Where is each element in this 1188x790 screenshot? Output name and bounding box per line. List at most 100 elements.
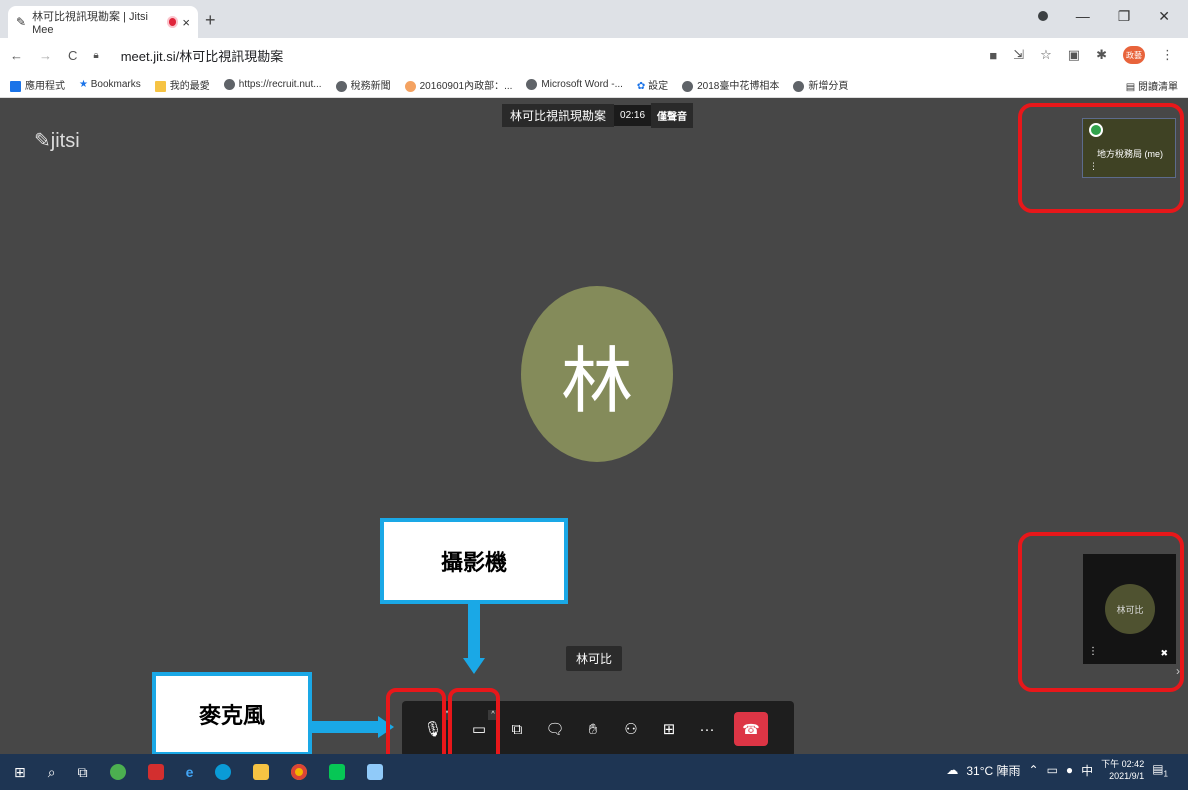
bookmark-settings[interactable]: ✿ 設定 [637, 77, 668, 92]
pdf-reader-icon[interactable] [147, 764, 164, 780]
globe-icon [223, 78, 235, 90]
system-tray: ☁ 31°C 陣雨 ⌃ ▭ ● 中 下午 02:42 2021/9/1 ▤1 [946, 758, 1168, 782]
more-icon: ··· [699, 720, 715, 738]
globe-icon [793, 80, 805, 92]
meeting-subject-bar: 林可比視訊現勘案 02:16 僅聲音 [502, 102, 694, 128]
reading-list[interactable]: ▤ 閱讀清單 [1126, 78, 1178, 93]
ie-icon[interactable]: e [186, 764, 194, 780]
meeting-subject: 林可比視訊現勘案 [502, 103, 615, 127]
audio-only-badge: 僅聲音 [651, 102, 694, 128]
windows-start-icon[interactable]: ⊞ [14, 764, 26, 781]
line-icon[interactable] [329, 764, 346, 780]
raise-hand-button[interactable]: ✋︎ [574, 710, 612, 748]
jitsi-logo-icon: ✎ [34, 130, 51, 152]
bookmark-new-tab[interactable]: 新增分頁 [793, 77, 848, 92]
notepad-icon[interactable] [367, 764, 384, 780]
meeting-stage: 林可比視訊現勘案 02:16 僅聲音 ✎jitsi 林 林可比 地方稅務局 (m… [0, 98, 1188, 766]
tray-expand-icon[interactable]: ⌃ [1029, 763, 1039, 777]
app-icon[interactable] [109, 764, 126, 780]
maximize-button[interactable]: ❐ [1118, 8, 1131, 25]
window-controls: — ❐ ✕ [1037, 0, 1188, 32]
participants-icon: ⚇ [624, 721, 638, 738]
participant-thumbnail-highlight [1018, 532, 1184, 692]
globe-icon [682, 80, 694, 92]
more-actions-button[interactable]: ··· [688, 710, 726, 748]
bookmark-bookmarks[interactable]: ★ Bookmarks [79, 79, 141, 90]
hangup-button[interactable]: ☎︎ [734, 712, 768, 746]
lock-icon: 🔒︎ [93, 49, 99, 61]
speaker-avatar: 林 [521, 286, 673, 462]
hangup-icon: ☎︎ [742, 720, 760, 737]
jitsi-logo: ✎jitsi [34, 130, 80, 152]
browser-tab[interactable]: ✎ 林可比視訊現勘案 | Jitsi Mee × [8, 6, 198, 38]
mic-annotation-label: 麥克風 [152, 672, 312, 756]
browser-tab-strip: ✎ 林可比視訊現勘案 | Jitsi Mee × + — ❐ ✕ [0, 0, 1188, 38]
mic-tray-icon: ● [1065, 763, 1074, 777]
bookmark-interior[interactable]: 20160901內政部：... [404, 77, 512, 92]
reload-icon[interactable]: C [68, 48, 77, 63]
bookmark-expo[interactable]: 2018臺中花博相本 [682, 77, 779, 92]
self-thumbnail-highlight [1018, 103, 1184, 213]
camera-annotation-label: 攝影機 [380, 518, 568, 604]
omnibar-actions: ■ ⇲ ☆ ▣ ✱ 政藝 ⋮ [989, 46, 1174, 64]
folder-icon [154, 80, 166, 92]
install-app-icon[interactable]: ⇲ [1013, 47, 1024, 63]
chevron-right-icon[interactable]: › [1176, 664, 1180, 678]
profile-avatar[interactable]: 政藝 [1123, 46, 1145, 64]
mic-arrow-shaft [312, 721, 380, 733]
chat-icon: 🗨︎ [545, 721, 565, 738]
meeting-timer: 02:16 [614, 104, 652, 126]
chat-button[interactable]: 🗨︎ [536, 710, 574, 748]
ime-indicator[interactable]: 中 [1081, 762, 1093, 779]
taskbar-icons: ⊞ ⌕ ⧉ e [0, 764, 384, 781]
chrome-icon[interactable] [291, 764, 308, 780]
address-bar-row: ← → C 🔒︎ meet.jit.si/林可比視訊現勘案 ■ ⇲ ☆ ▣ ✱ … [0, 38, 1188, 72]
weather-icon: ☁ [946, 763, 959, 777]
camera-arrow-head [463, 658, 485, 674]
weather-text[interactable]: 31°C 陣雨 [966, 762, 1020, 779]
new-tab-button[interactable]: + [205, 10, 216, 31]
raise-hand-icon: ✋︎ [588, 720, 598, 738]
bookmark-recruit[interactable]: https://recruit.nut... [223, 78, 322, 90]
tile-view-button[interactable]: ⊞ [650, 710, 688, 748]
share-screen-button[interactable]: ⧉ [498, 710, 536, 748]
globe-icon [526, 78, 538, 90]
bookmark-star-icon[interactable]: ☆ [1040, 47, 1052, 63]
camera-arrow-shaft [468, 604, 480, 660]
minimize-button[interactable]: — [1076, 8, 1090, 24]
bookmark-tax-news[interactable]: 稅務新聞 [335, 77, 391, 92]
bookmarks-bar: 應用程式 ★ Bookmarks 我的最愛 https://recruit.nu… [0, 72, 1188, 98]
tile-view-icon: ⊞ [662, 721, 676, 738]
edge-icon[interactable] [215, 764, 232, 780]
extensions-puzzle-icon[interactable]: ✱ [1096, 47, 1107, 63]
task-view-icon[interactable]: ⧉ [78, 764, 88, 781]
recording-indicator-icon [168, 18, 177, 26]
docs-icon [404, 80, 416, 92]
bookmark-word[interactable]: Microsoft Word -... [526, 78, 623, 90]
search-icon[interactable]: ⌕ [48, 764, 56, 781]
close-window-button[interactable]: ✕ [1158, 8, 1170, 25]
url-field[interactable]: meet.jit.si/林可比視訊現勘案 [121, 46, 284, 65]
profile-dot-icon[interactable] [1037, 11, 1048, 21]
camera-permission-icon[interactable]: ■ [989, 48, 997, 63]
gear-icon: ✿ [636, 81, 649, 92]
back-icon[interactable]: ← [10, 48, 23, 63]
file-explorer-icon[interactable] [253, 764, 270, 780]
globe-icon [335, 80, 347, 92]
share-screen-icon: ⧉ [511, 720, 523, 738]
network-icon[interactable]: ▭ [1047, 763, 1058, 777]
participants-button[interactable]: ⚇ [612, 710, 650, 748]
bookmark-apps[interactable]: 應用程式 [10, 77, 65, 92]
browser-menu-icon[interactable]: ⋮ [1161, 47, 1174, 63]
extension-icon[interactable]: ▣ [1068, 47, 1080, 63]
tab-close-button[interactable]: × [182, 15, 190, 30]
apps-grid-icon [10, 80, 21, 92]
star-icon: ★ [79, 79, 91, 90]
clock[interactable]: 下午 02:42 2021/9/1 [1101, 758, 1144, 782]
speaker-name-tag: 林可比 [566, 646, 623, 671]
bookmark-favorites[interactable]: 我的最愛 [154, 77, 210, 92]
forward-icon[interactable]: → [39, 48, 52, 63]
clock-date: 2021/9/1 [1109, 771, 1145, 781]
notifications-icon[interactable]: ▤1 [1152, 762, 1168, 778]
clock-time: 下午 02:42 [1101, 759, 1145, 769]
